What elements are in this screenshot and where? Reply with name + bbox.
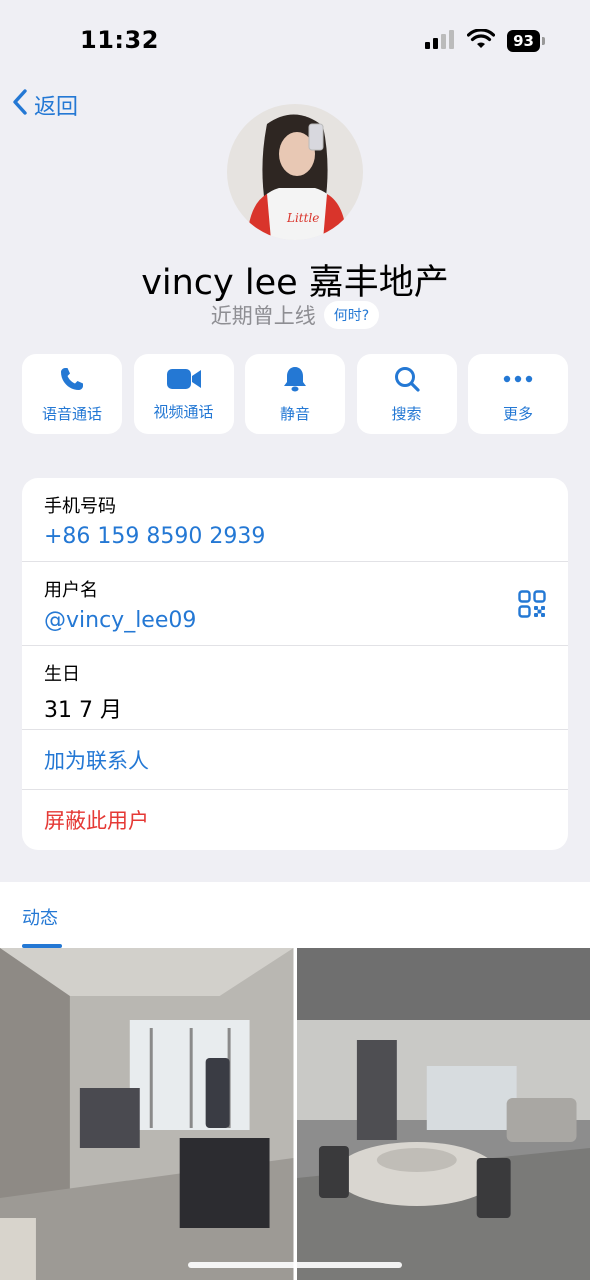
presence-status: 近期曾上线 [210,304,316,328]
info-card: 手机号码 +86 159 8590 2939 用户名 @vincy_lee09 … [22,478,568,850]
back-label: 返回 [34,95,79,120]
add-contact-row[interactable]: 加为联系人 [22,730,568,790]
media-thumbnail[interactable] [0,948,294,1280]
status-icons: 93 [425,28,545,53]
voice-call-label: 语音通话 [41,404,102,423]
video-camera-icon [166,367,202,395]
birthday-value: 31 7 月 [44,698,122,723]
tab-posts[interactable]: 动态 [22,904,58,930]
phone-icon [58,365,86,397]
status-time: 11:32 [80,26,159,54]
bell-icon [281,365,309,397]
search-label: 搜索 [391,404,422,423]
last-seen-when-button[interactable]: 何时? [323,301,380,329]
more-label: 更多 [502,404,533,423]
svg-text:Little: Little [286,211,319,225]
more-button[interactable]: 更多 [468,354,568,434]
add-contact-button[interactable]: 加为联系人 [44,745,149,775]
phone-value[interactable]: +86 159 8590 2939 [44,524,546,549]
phone-row[interactable]: 手机号码 +86 159 8590 2939 [22,478,568,562]
presence-row: 近期曾上线 何时? [0,300,590,330]
media-thumbnail[interactable] [296,948,590,1280]
mute-button[interactable]: 静音 [245,354,345,434]
more-dots-icon [502,365,534,397]
birthday-label: 生日 [44,664,80,685]
mute-label: 静音 [279,404,310,423]
video-call-label: 视频通话 [153,402,214,421]
action-row: 语音通话 视频通话 静音 搜索 更多 [22,354,568,434]
media-grid [0,948,590,1280]
wifi-icon [467,28,496,53]
phone-label: 手机号码 [44,496,116,517]
block-user-button[interactable]: 屏蔽此用户 [44,805,149,835]
search-button[interactable]: 搜索 [356,354,457,434]
posts-section: 动态 [0,882,590,1280]
home-indicator[interactable] [188,1262,402,1268]
status-bar: 11:32 93 [0,0,590,80]
battery-indicator: 93 [507,30,545,52]
voice-call-button[interactable]: 语音通话 [22,354,122,434]
qr-code-icon[interactable] [518,590,546,622]
avatar[interactable]: Little [227,104,363,240]
birthday-row: 生日 31 7 月 [22,646,568,730]
username-row[interactable]: 用户名 @vincy_lee09 [22,562,568,646]
profile-name: vincy lee 嘉丰地产 [141,263,449,303]
back-button[interactable]: 返回 [12,88,78,122]
chevron-left-icon [12,88,28,122]
username-label: 用户名 [44,580,98,601]
username-value[interactable]: @vincy_lee09 [44,608,546,633]
video-call-button[interactable]: 视频通话 [133,354,234,434]
search-icon [393,365,421,397]
block-user-row[interactable]: 屏蔽此用户 [22,790,568,850]
cellular-signal-icon [425,29,455,53]
